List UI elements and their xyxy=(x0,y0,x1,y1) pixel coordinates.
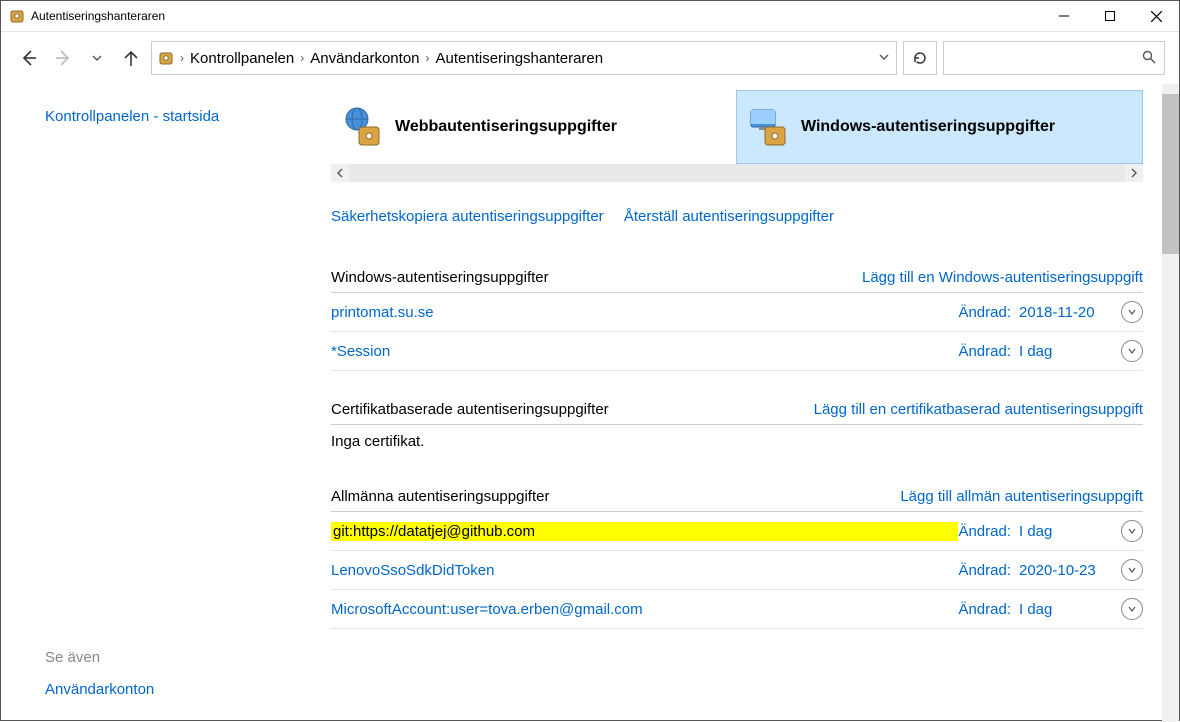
no-certificates-label: Inga certifikat. xyxy=(331,425,1143,458)
back-button[interactable] xyxy=(15,44,43,72)
tab-windows-credentials[interactable]: Windows-autentiseringsuppgifter xyxy=(736,90,1143,164)
scroll-right-icon[interactable] xyxy=(1125,164,1143,182)
credential-tabs: Webbautentiseringsuppgifter Windows-aute… xyxy=(331,90,1143,164)
tab-label: Webbautentiseringsuppgifter xyxy=(395,118,617,136)
scrollbar-thumb[interactable] xyxy=(1162,94,1179,254)
credential-row[interactable]: LenovoSsoSdkDidToken Ändrad: 2020-10-23 xyxy=(331,551,1143,590)
chevron-down-icon[interactable] xyxy=(1121,301,1143,323)
modified-date: 2018-11-20 xyxy=(1019,304,1111,321)
add-generic-credential-link[interactable]: Lägg till allmän autentiseringsuppgift xyxy=(900,488,1143,505)
scroll-left-icon[interactable] xyxy=(331,164,349,182)
horizontal-scrollbar[interactable] xyxy=(331,164,1143,182)
chevron-down-icon[interactable] xyxy=(1121,520,1143,542)
maximize-button[interactable] xyxy=(1087,1,1133,31)
modified-label: Ändrad: xyxy=(958,523,1011,540)
main: Kontrollpanelen - startsida Se även Anvä… xyxy=(1,84,1179,722)
modified-label: Ändrad: xyxy=(958,601,1011,618)
add-certificate-credential-link[interactable]: Lägg till en certifikatbaserad autentise… xyxy=(814,401,1143,418)
see-also-link[interactable]: Användarkonton xyxy=(45,681,154,698)
credential-row[interactable]: *Session Ändrad: I dag xyxy=(331,332,1143,371)
credential-row[interactable]: git:https://datatjej@github.com Ändrad: … xyxy=(331,512,1143,551)
section-windows-credentials: Windows-autentiseringsuppgifter Lägg til… xyxy=(331,265,1143,371)
monitor-vault-icon xyxy=(747,105,791,149)
section-certificate-credentials: Certifikatbaserade autentiseringsuppgift… xyxy=(331,397,1143,458)
refresh-button[interactable] xyxy=(903,41,937,75)
breadcrumb-item[interactable]: Kontrollpanelen xyxy=(190,50,294,67)
credential-name: MicrosoftAccount:user=tova.erben@gmail.c… xyxy=(331,601,958,618)
add-windows-credential-link[interactable]: Lägg till en Windows-autentiseringsuppgi… xyxy=(862,269,1143,286)
globe-vault-icon xyxy=(341,105,385,149)
minimize-button[interactable] xyxy=(1041,1,1087,31)
search-box[interactable] xyxy=(943,41,1165,75)
window-title: Autentiseringshanteraren xyxy=(31,9,1041,23)
chevron-right-icon[interactable]: › xyxy=(426,51,430,65)
section-title: Windows-autentiseringsuppgifter xyxy=(331,269,549,286)
restore-link[interactable]: Återställ autentiseringsuppgifter xyxy=(624,208,834,225)
credential-row[interactable]: printomat.su.se Ändrad: 2018-11-20 xyxy=(331,293,1143,332)
toolbar: › Kontrollpanelen › Användarkonton › Aut… xyxy=(1,32,1179,84)
chevron-down-icon[interactable] xyxy=(1121,559,1143,581)
titlebar: Autentiseringshanteraren xyxy=(1,1,1179,32)
left-pane: Kontrollpanelen - startsida Se även Anvä… xyxy=(1,84,331,722)
modified-label: Ändrad: xyxy=(958,562,1011,579)
recent-dropdown[interactable] xyxy=(83,44,111,72)
breadcrumb-item[interactable]: Användarkonton xyxy=(310,50,419,67)
search-icon[interactable] xyxy=(1142,50,1156,67)
action-links: Säkerhetskopiera autentiseringsuppgifter… xyxy=(331,182,1143,239)
control-panel-home-link[interactable]: Kontrollpanelen - startsida xyxy=(45,108,311,125)
modified-date: I dag xyxy=(1019,601,1111,618)
section-title: Allmänna autentiseringsuppgifter xyxy=(331,488,549,505)
breadcrumb-bar[interactable]: › Kontrollpanelen › Användarkonton › Aut… xyxy=(151,41,897,75)
credential-name: printomat.su.se xyxy=(331,304,958,321)
section-title: Certifikatbaserade autentiseringsuppgift… xyxy=(331,401,609,418)
credential-name: *Session xyxy=(331,343,958,360)
search-input[interactable] xyxy=(952,50,1142,66)
modified-date: I dag xyxy=(1019,343,1111,360)
backup-link[interactable]: Säkerhetskopiera autentiseringsuppgifter xyxy=(331,208,604,225)
breadcrumb-icon xyxy=(158,50,174,66)
modified-date: 2020-10-23 xyxy=(1019,562,1111,579)
credential-name: LenovoSsoSdkDidToken xyxy=(331,562,958,579)
up-button[interactable] xyxy=(117,44,145,72)
chevron-down-icon[interactable] xyxy=(1121,598,1143,620)
tab-label: Windows-autentiseringsuppgifter xyxy=(801,118,1055,136)
breadcrumb-item[interactable]: Autentiseringshanteraren xyxy=(436,50,604,67)
close-button[interactable] xyxy=(1133,1,1179,31)
modified-label: Ändrad: xyxy=(958,304,1011,321)
credential-row[interactable]: MicrosoftAccount:user=tova.erben@gmail.c… xyxy=(331,590,1143,629)
see-also-label: Se även xyxy=(45,649,100,666)
tab-web-credentials[interactable]: Webbautentiseringsuppgifter xyxy=(331,90,736,164)
credential-name: git:https://datatjej@github.com xyxy=(331,522,958,541)
chevron-down-icon[interactable] xyxy=(1121,340,1143,362)
vertical-scrollbar[interactable] xyxy=(1162,84,1179,722)
section-generic-credentials: Allmänna autentiseringsuppgifter Lägg ti… xyxy=(331,484,1143,629)
app-icon xyxy=(9,8,25,24)
modified-date: I dag xyxy=(1019,523,1111,540)
chevron-right-icon[interactable]: › xyxy=(180,51,184,65)
chevron-down-icon[interactable] xyxy=(878,51,890,66)
chevron-right-icon[interactable]: › xyxy=(300,51,304,65)
modified-label: Ändrad: xyxy=(958,343,1011,360)
forward-button[interactable] xyxy=(49,44,77,72)
content-area: Webbautentiseringsuppgifter Windows-aute… xyxy=(331,84,1179,722)
